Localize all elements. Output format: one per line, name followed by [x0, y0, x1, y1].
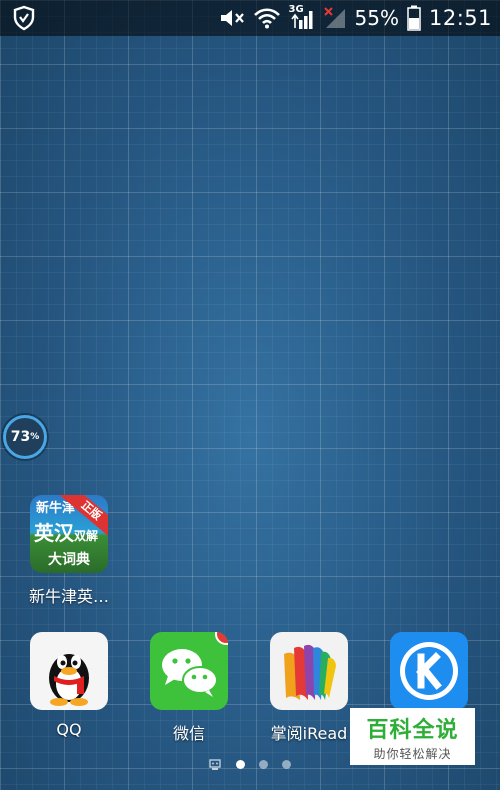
app-label: 新牛津英…: [28, 587, 109, 606]
ireader-book-icon: [270, 632, 348, 710]
page-indicator[interactable]: [208, 757, 291, 771]
app-label: QQ: [56, 720, 82, 739]
dictionary-app-icon: 新牛津 英汉双解 大词典 正版: [30, 495, 108, 573]
battery-percent: 55%: [354, 6, 399, 30]
wechat-icon: ···: [150, 632, 228, 710]
signal-no-sim-icon: [323, 7, 345, 28]
shield-icon: [13, 5, 35, 31]
wifi-icon: [253, 8, 280, 29]
status-bar[interactable]: 3G 55% 12:51: [0, 0, 500, 36]
page-dot-2[interactable]: [259, 759, 268, 769]
app-wechat[interactable]: ··· 微信: [129, 632, 249, 744]
dict-side: 双解: [74, 529, 99, 543]
app-label: 微信: [172, 724, 205, 743]
booster-unit: %: [30, 432, 40, 442]
page-dot-3[interactable]: [282, 759, 291, 769]
memory-booster-widget[interactable]: 73%: [3, 415, 47, 459]
booster-value: 73: [10, 429, 31, 445]
app-kugou[interactable]: [369, 632, 489, 720]
kugou-k-icon: [390, 632, 468, 710]
app-oxford-dictionary[interactable]: 新牛津 英汉双解 大词典 正版 新牛津英…: [9, 495, 129, 607]
dict-icon-bottom-text: 大词典: [48, 552, 90, 568]
signal-icon: 3G: [289, 4, 315, 30]
watermark-subtitle: 助你轻松解决: [373, 747, 452, 761]
dict-main: 英汉: [34, 521, 74, 545]
robot-icon: [209, 759, 221, 770]
clock: 12:51: [428, 6, 492, 30]
watermark-title: 百科全说: [366, 718, 459, 743]
dict-icon-main-text: 英汉双解: [34, 517, 98, 546]
qq-penguin-icon: [30, 632, 108, 710]
baike-watermark: 百科全说 助你轻松解决: [350, 708, 475, 765]
app-qq[interactable]: QQ: [9, 632, 129, 739]
mute-icon: [220, 10, 244, 26]
battery-icon: [407, 5, 421, 31]
page-dot-1[interactable]: [236, 759, 245, 769]
